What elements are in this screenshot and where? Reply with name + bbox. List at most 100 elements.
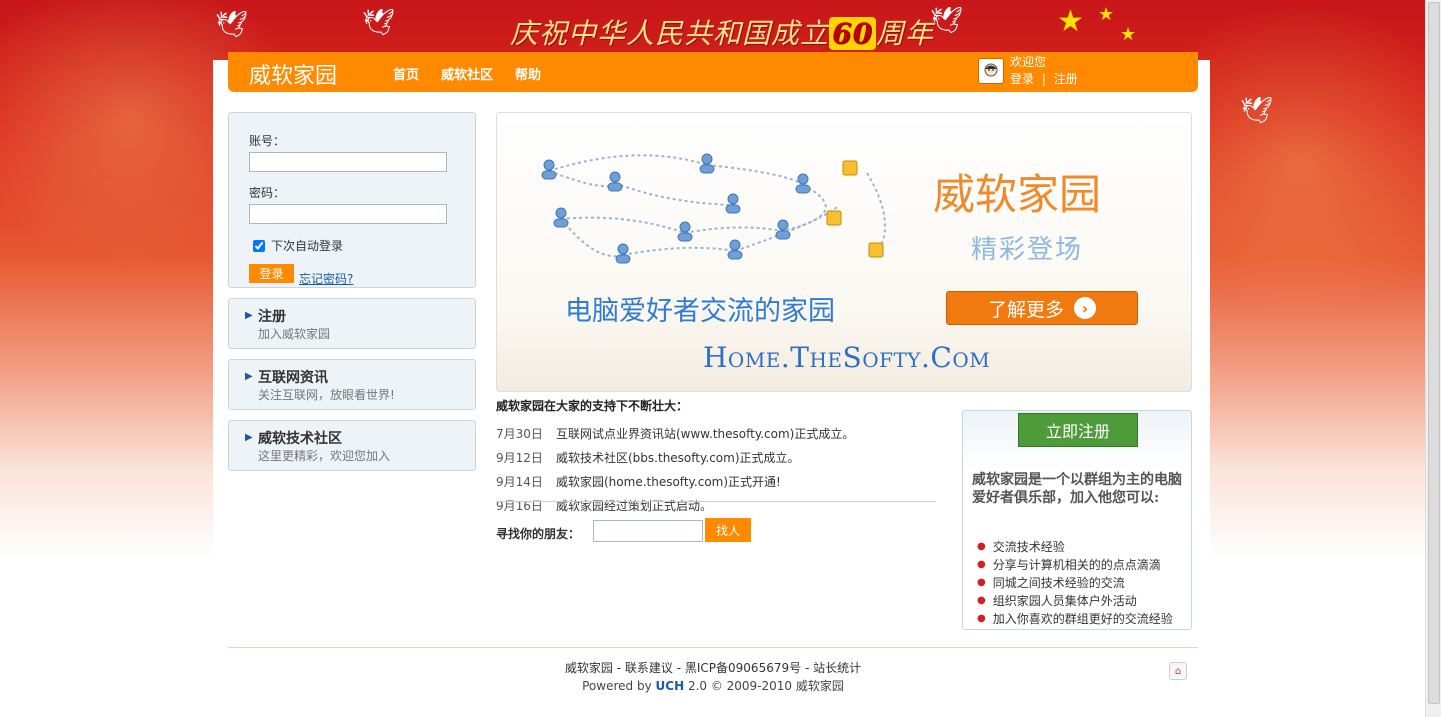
sidebar-item-news[interactable]: ▶ 互联网资讯 关注互联网，放眼看世界!: [228, 359, 476, 410]
header-separator: |: [1041, 72, 1046, 86]
list-item: ● 交流技术经验: [977, 537, 1173, 555]
anniversary-banner: 庆祝中华人民共和国成立 60 周年: [510, 12, 934, 52]
bullet-icon: ●: [977, 558, 986, 570]
header-login-link[interactable]: 登录: [1010, 72, 1034, 86]
bullet-icon: ●: [977, 594, 986, 606]
welcome-text: 欢迎您: [1010, 55, 1047, 69]
register-now-button[interactable]: 立即注册: [1018, 413, 1138, 447]
footer-links: 威软家园 - 联系建议 - 黑ICP备09065679号 - 站长统计: [0, 659, 1426, 676]
bullet-icon: ●: [977, 612, 986, 624]
news-text: 威软家园经过策划正式启动。: [556, 499, 713, 513]
login-button[interactable]: 登录: [249, 264, 294, 283]
sidebar-item-register[interactable]: ▶ 注册 加入威软家园: [228, 298, 476, 349]
footer-sep: -: [616, 661, 625, 675]
powered-prefix: Powered by: [582, 679, 652, 693]
footer-site-link[interactable]: 威软家园: [565, 661, 613, 675]
find-friends-button[interactable]: 找人: [705, 518, 751, 542]
footer-divider: [228, 647, 1198, 648]
banner-number: 60: [829, 17, 876, 50]
list-item-text: 交流技术经验: [992, 539, 1065, 554]
news-date: 9月14日: [496, 475, 543, 489]
triangle-right-icon: ▶: [245, 310, 253, 321]
sidebar-item-subtitle: 加入威软家园: [258, 327, 331, 341]
password-label: 密码：: [249, 186, 286, 200]
scrollbar-thumb[interactable]: [1428, 2, 1440, 704]
account-label: 账号：: [249, 134, 286, 148]
sidebar-item-title: 威软技术社区: [258, 431, 342, 447]
star-icon: ★: [1120, 24, 1137, 45]
learn-more-button[interactable]: 了解更多 ›: [946, 291, 1138, 325]
hero-title: 威软家园: [933, 170, 1102, 219]
news-heading: 威软家园在大家的支持下不断壮大：: [496, 399, 689, 413]
home-icon[interactable]: ⌂: [1169, 662, 1187, 680]
find-friends-label: 寻找你的朋友：: [496, 527, 581, 541]
list-item: ● 组织家园人员集体户外活动: [977, 591, 1173, 609]
list-item: ● 分享与计算机相关的的点点滴滴: [977, 555, 1173, 573]
news-item: 7月30日 互联网试点业界资讯站(www.thesofty.com)正式成立。: [496, 425, 936, 442]
account-input[interactable]: [249, 152, 447, 172]
footer-contact-link[interactable]: 联系建议: [625, 661, 673, 675]
banner-text: 庆祝中华人民共和国成立: [510, 17, 830, 50]
register-panel: 立即注册 威软家园是一个以群组为主的电脑爱好者俱乐部，加入他您可以: ● 交流技术…: [962, 410, 1192, 630]
benefits-list: ● 交流技术经验 ● 分享与计算机相关的的点点滴滴 ● 同城之间技术经验的交流 ● 组织…: [977, 537, 1173, 627]
forgot-password-link[interactable]: 忘记密码?: [299, 270, 353, 287]
list-item-text: 分享与计算机相关的的点点滴滴: [992, 557, 1161, 572]
nav-help[interactable]: 帮助: [515, 64, 541, 83]
bullet-icon: ●: [977, 540, 986, 552]
sidebar-item-subtitle: 关注互联网，放眼看世界!: [258, 388, 395, 402]
avatar[interactable]: [978, 58, 1004, 84]
list-item-text: 加入你喜欢的群组更好的交流经验: [992, 611, 1173, 626]
footer-stats-link[interactable]: 站长统计: [813, 661, 861, 675]
list-item: ● 同城之间技术经验的交流: [977, 573, 1173, 591]
powered-brand[interactable]: UCH: [656, 679, 685, 693]
dove-icon: 🕊: [215, 10, 249, 40]
triangle-right-icon: ▶: [245, 371, 253, 382]
bullet-icon: ●: [977, 576, 986, 588]
arrow-right-icon: ›: [1074, 297, 1096, 319]
vertical-scrollbar[interactable]: [1425, 0, 1441, 717]
remember-checkbox[interactable]: [253, 239, 265, 252]
news-item: 9月16日 威软家园经过策划正式启动。: [496, 497, 936, 514]
main-nav: 首页 威软社区 帮助: [393, 64, 541, 83]
star-icon: ★: [1098, 4, 1115, 25]
news-text: 互联网试点业界资讯站(www.thesofty.com)正式成立。: [556, 427, 855, 441]
news-item: 9月12日 威软技术社区(bbs.thesofty.com)正式成立。: [496, 449, 936, 466]
nav-home[interactable]: 首页: [393, 64, 419, 83]
footer-icp-link[interactable]: 黑ICP备09065679号: [685, 661, 801, 675]
footer-powered: Powered by UCH 2.0 © 2009-2010 威软家园: [0, 677, 1426, 694]
news-date: 9月12日: [496, 451, 543, 465]
find-friends-input[interactable]: [593, 520, 703, 542]
news-item: 9月14日 威软家园(home.thesofty.com)正式开通!: [496, 473, 936, 490]
sidebar-item-title: 互联网资讯: [258, 370, 328, 386]
news-date: 9月16日: [496, 499, 543, 513]
sidebar-item-tech-community[interactable]: ▶ 威软技术社区 这里更精彩，欢迎您加入: [228, 420, 476, 471]
news-text: 威软技术社区(bbs.thesofty.com)正式成立。: [556, 451, 800, 465]
network-illustration: [541, 153, 886, 264]
hero-slogan: 电脑爱好者交流的家园: [565, 296, 835, 327]
login-panel: 账号： 密码： 下次自动登录 登录 忘记密码?: [228, 112, 476, 288]
password-input[interactable]: [249, 204, 447, 224]
news-text: 威软家园(home.thesofty.com)正式开通!: [556, 475, 781, 489]
learn-more-label: 了解更多: [987, 298, 1064, 321]
sidebar-item-subtitle: 这里更精彩，欢迎您加入: [258, 449, 391, 463]
remember-me[interactable]: 下次自动登录: [253, 237, 343, 254]
user-avatar-icon: [984, 63, 998, 77]
hero-banner[interactable]: 威软家园 精彩登场 电脑爱好者交流的家园 了解更多 › Home.TheSoft…: [496, 112, 1192, 392]
footer-sep: -: [676, 661, 685, 675]
triangle-right-icon: ▶: [245, 432, 253, 443]
dove-icon: 🕊: [930, 6, 964, 36]
divider: [496, 501, 936, 502]
list-item-text: 组织家园人员集体户外活动: [992, 593, 1137, 608]
register-description: 威软家园是一个以群组为主的电脑爱好者俱乐部，加入他您可以:: [972, 472, 1182, 506]
site-logo[interactable]: 威软家园: [249, 58, 337, 90]
welcome-area: 欢迎您 登录 | 注册: [1010, 54, 1078, 88]
header-register-link[interactable]: 注册: [1054, 72, 1078, 86]
hero-url: Home.TheSofty.Com: [703, 341, 991, 374]
site-header: 威软家园 首页 威软社区 帮助 欢迎您 登录 | 注册: [228, 52, 1198, 92]
nav-community[interactable]: 威软社区: [441, 64, 493, 83]
footer-sep: -: [804, 661, 814, 675]
sidebar-item-title: 注册: [258, 309, 286, 325]
powered-suffix: 2.0 © 2009-2010 威软家园: [687, 679, 844, 693]
list-item-text: 同城之间技术经验的交流: [992, 575, 1125, 590]
remember-label: 下次自动登录: [271, 239, 344, 253]
